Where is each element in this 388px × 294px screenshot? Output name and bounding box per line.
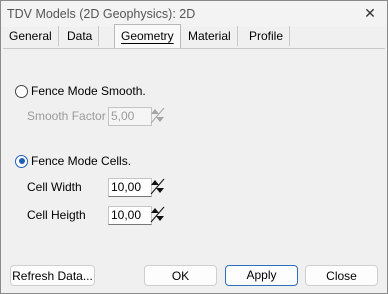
smooth-factor-input[interactable]: 5,00: [108, 107, 152, 126]
refresh-data-button[interactable]: Refresh Data...: [10, 265, 95, 286]
tab-geometry[interactable]: Geometry: [114, 24, 181, 49]
fence-mode-cells-label: Fence Mode Cells.: [31, 154, 132, 168]
title-bar: TDV Models (2D Geophysics): 2D ✕: [1, 1, 387, 27]
cell-width-input[interactable]: 10,00: [108, 178, 152, 197]
tab-profile[interactable]: Profile: [243, 26, 291, 46]
tab-data[interactable]: Data: [61, 26, 100, 46]
fence-mode-smooth-radio[interactable]: Fence Mode Smooth.: [15, 84, 146, 98]
radio-unchecked-icon[interactable]: [15, 84, 28, 98]
fence-mode-cells-radio[interactable]: Fence Mode Cells.: [15, 154, 131, 168]
cell-height-label: Cell Heigth: [27, 208, 86, 222]
radio-checked-icon[interactable]: [15, 154, 28, 168]
cell-width-spinner-icon[interactable]: [150, 178, 165, 195]
window-title: TDV Models (2D Geophysics): 2D: [7, 7, 196, 21]
close-window-icon[interactable]: ✕: [361, 3, 379, 23]
smooth-factor-spinner-icon[interactable]: [150, 107, 165, 124]
apply-button[interactable]: Apply: [225, 265, 298, 286]
ok-button[interactable]: OK: [144, 265, 217, 286]
geometry-panel: Fence Mode Smooth. Smooth Factor 5,00 Fe…: [3, 48, 385, 260]
close-button[interactable]: Close: [305, 265, 378, 286]
smooth-factor-label: Smooth Factor: [27, 109, 106, 123]
cell-width-label: Cell Width: [27, 180, 82, 194]
fence-mode-smooth-label: Fence Mode Smooth.: [31, 84, 146, 98]
tab-general[interactable]: General: [3, 26, 59, 46]
cell-height-input[interactable]: 10,00: [108, 206, 152, 225]
cell-height-spinner-icon[interactable]: [150, 206, 165, 223]
tab-material[interactable]: Material: [182, 26, 238, 46]
properties-dialog: TDV Models (2D Geophysics): 2D ✕ General…: [0, 0, 388, 294]
